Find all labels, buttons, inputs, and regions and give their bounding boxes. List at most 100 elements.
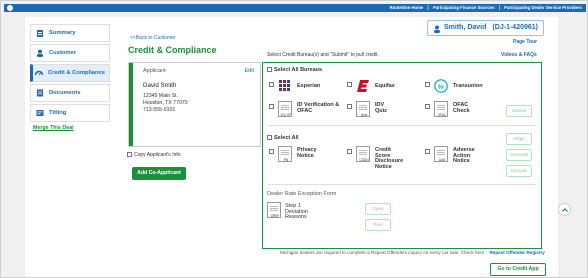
michigan-text: Michigan dealers are required to complet…	[280, 250, 486, 255]
deal-id: (DJ-1-420961)	[492, 24, 538, 31]
doc-code: CSDN	[359, 158, 369, 162]
esign-button[interactable]: eSign	[506, 133, 532, 145]
idv-ofac-checkbox[interactable]	[269, 104, 274, 109]
doc-code: Quiz	[360, 113, 368, 117]
credit-score-doc-icon: CSDN	[356, 146, 370, 162]
experian-checkbox[interactable]	[269, 82, 274, 87]
michigan-notice: Michigan dealers are required to complet…	[280, 250, 545, 255]
dealer-providers-link[interactable]: Participating Dealer Service Providers	[504, 5, 582, 10]
person-icon	[37, 49, 43, 57]
select-all-notices-checkbox[interactable]	[267, 135, 272, 141]
privacy-checkbox[interactable]	[269, 149, 274, 154]
select-all-bureaus-checkbox[interactable]	[267, 67, 272, 73]
dref-doc-icon: DREF	[267, 202, 281, 218]
equifax-checkbox[interactable]	[347, 82, 352, 87]
generate-button[interactable]: Generate	[506, 149, 532, 161]
doc-code: DREF	[270, 214, 280, 218]
doc-code: PN	[283, 158, 289, 162]
page-title: Credit & Compliance	[128, 45, 217, 55]
merge-deal-link[interactable]: Merge This Deal	[33, 125, 74, 131]
adverse-action-checkbox[interactable]	[425, 149, 430, 154]
dealer-rate-form-item: DREF Step 1 Deviation Reasons	[267, 202, 337, 222]
notice-adverse-action[interactable]: AAN Adverse Action Notice	[425, 146, 500, 170]
print-button[interactable]: Print	[365, 219, 391, 231]
dealer-rate-title: Dealer Rate Exception Form	[267, 191, 337, 197]
bureau-equifax[interactable]: Equifax	[347, 79, 422, 95]
main-app-area: Summary Customer Credit & Compliance Doc…	[25, 17, 558, 277]
bureau-idv-ofac[interactable]: IDV OF ID Verification & OFAC	[269, 101, 344, 119]
adverse-action-doc-icon: AAN	[434, 146, 448, 162]
idv-quiz-doc-icon: Quiz	[356, 101, 370, 117]
finance-sources-link[interactable]: Participating Finance Sources	[433, 5, 495, 10]
sidebar-item-summary[interactable]: Summary	[30, 24, 110, 42]
sidebar-item-customer[interactable]: Customer	[30, 44, 110, 62]
idv-quiz-checkbox[interactable]	[347, 104, 352, 109]
select-all-bureaus[interactable]: Select All Bureaus	[267, 67, 322, 73]
select-all-notices-label: Select All	[274, 135, 299, 141]
credit-score-label: Credit Score Disclosure Notice	[375, 147, 404, 170]
sidebar-item-documents[interactable]: Documents	[30, 84, 110, 102]
bureau-instructions: Select Credit Bureau(s) and "Submit" to …	[267, 52, 379, 58]
select-all-bureaus-label: Select All Bureaus	[274, 67, 323, 73]
adverse-action-label: Adverse Action Notice	[453, 147, 475, 164]
doc-code: AAN	[438, 158, 446, 162]
customer-deal-badge[interactable]: Smith, David (DJ-1-420961)	[427, 20, 544, 36]
credit-bureau-panel: Select All Bureaus Experian Equifax tu T…	[262, 62, 542, 249]
equifax-label: Equifax	[375, 83, 395, 89]
scroll-to-top-button[interactable]	[558, 203, 571, 216]
browser-frame: RouteOne Home | Participating Finance So…	[0, 0, 588, 278]
page-tour-link[interactable]: Page Tour	[513, 39, 537, 45]
experian-logo-icon	[279, 80, 290, 91]
transunion-label: Transunion	[453, 83, 483, 89]
back-to-customer-link[interactable]: <<Back to Customer	[130, 35, 176, 41]
bureau-experian[interactable]: Experian	[269, 79, 344, 95]
credit-score-checkbox[interactable]	[347, 149, 352, 154]
globe-icon[interactable]	[7, 5, 13, 11]
nav-separator: |	[498, 5, 500, 10]
customer-name: Smith, David	[444, 24, 487, 31]
chevron-up-icon	[562, 208, 568, 212]
sidebar-item-label: Documents	[49, 90, 81, 96]
gauge-icon	[35, 70, 43, 76]
notice-privacy[interactable]: PN Privacy Notice	[269, 146, 344, 170]
top-nav-bar: RouteOne Home | Participating Finance So…	[4, 4, 586, 12]
sidebar-item-label: Customer	[49, 50, 77, 56]
svg-text:tu: tu	[438, 84, 444, 90]
edit-applicant-link[interactable]: Edit	[245, 68, 254, 74]
sidebar-item-titling[interactable]: Titling	[30, 104, 110, 122]
dealer-rate-step-label: Step 1 Deviation Reasons	[285, 203, 308, 220]
videos-faqs-link[interactable]: Videos & FAQs	[501, 52, 537, 58]
nav-separator: |	[427, 5, 429, 10]
idv-ofac-label: ID Verification & OFAC	[297, 102, 340, 114]
select-all-notices[interactable]: Select All	[267, 135, 299, 141]
ofac-check-label: OFAC Check	[453, 102, 470, 114]
applicant-card: Applicant Edit David Smith 12345 Main St…	[128, 62, 261, 147]
bureau-idv-quiz[interactable]: Quiz IDV Quiz	[347, 101, 422, 119]
applicant-name: David Smith	[143, 82, 177, 89]
open-button[interactable]: Open	[365, 203, 391, 215]
ofac-check-checkbox[interactable]	[425, 104, 430, 109]
equifax-logo-icon	[357, 80, 369, 92]
copy-applicant-label: Copy Applicant's Info	[134, 152, 181, 158]
notice-credit-score[interactable]: CSDN Credit Score Disclosure Notice	[347, 146, 422, 170]
go-to-credit-app-button[interactable]: Go to Credit App	[490, 263, 546, 276]
routeone-home-link[interactable]: RouteOne Home	[390, 5, 424, 10]
copy-applicant-option[interactable]: Copy Applicant's Info	[127, 152, 181, 158]
transunion-logo-icon: tu	[434, 79, 448, 93]
bureau-ofac-check[interactable]: OFAC OFAC Check	[425, 101, 500, 119]
exclude-button[interactable]: Exclude	[506, 165, 532, 177]
privacy-doc-icon: PN	[278, 146, 292, 162]
submit-button[interactable]: Submit	[506, 105, 532, 117]
sidebar-item-label: Credit & Compliance	[48, 70, 106, 76]
experian-label: Experian	[297, 83, 321, 89]
idv-quiz-label: IDV Quiz	[375, 102, 387, 114]
copy-applicant-checkbox[interactable]	[127, 152, 132, 158]
sidebar-item-credit-compliance[interactable]: Credit & Compliance	[30, 64, 110, 82]
repeat-offender-link[interactable]: Repeat Offender Registry	[489, 250, 544, 255]
transunion-checkbox[interactable]	[425, 82, 430, 87]
bureau-transunion[interactable]: tu Transunion	[425, 79, 500, 95]
sidebar-item-label: Titling	[49, 110, 67, 116]
ofac-doc-icon: OFAC	[434, 101, 448, 117]
sidebar-item-label: Summary	[49, 30, 76, 36]
add-co-applicant-button[interactable]: Add Co-Applicant	[132, 167, 186, 180]
